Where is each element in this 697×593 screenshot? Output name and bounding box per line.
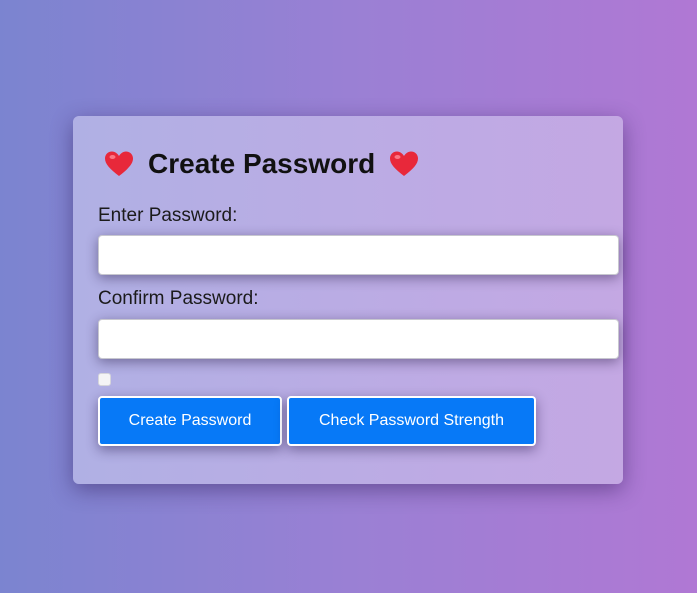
password-label: Enter Password: [98, 205, 238, 226]
confirm-password-input[interactable] [98, 319, 619, 359]
create-password-button[interactable]: Create Password [98, 396, 282, 446]
password-input[interactable] [98, 235, 619, 275]
check-strength-button[interactable]: Check Password Strength [287, 396, 536, 446]
title-text: Create Password [148, 148, 376, 179]
heart-icon [104, 150, 134, 178]
card-title: Create Password [104, 146, 419, 182]
create-password-card: Create Password Enter Password: Confirm … [73, 116, 623, 484]
show-password-checkbox[interactable] [98, 373, 111, 386]
heart-icon [389, 150, 419, 178]
confirm-password-label: Confirm Password: [98, 288, 259, 309]
